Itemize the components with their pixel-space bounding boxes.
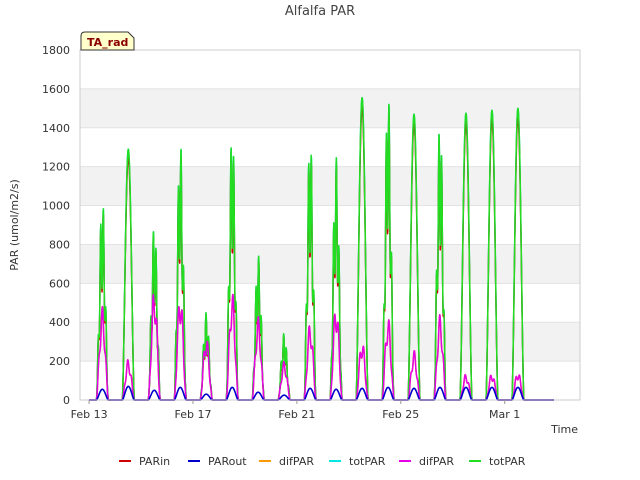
y-axis-label: PAR (umol/m2/s): [8, 179, 21, 271]
y-tick-label: 200: [49, 355, 70, 368]
x-axis-ticks: Feb 13 Feb 17 Feb 21 Feb 25 Mar 1: [71, 400, 520, 421]
plot-band: [80, 88, 580, 128]
chart-title: Alfalfa PAR: [285, 4, 355, 19]
legend-label: PARout: [208, 455, 247, 468]
y-tick-label: 0: [63, 394, 70, 407]
legend-label: PARin: [139, 455, 170, 468]
y-tick-label: 1400: [42, 122, 70, 135]
chart: Alfalfa PAR 0 200 400 600 800 1000 1200 1400 160…: [8, 4, 581, 468]
legend: PARin PARout difPAR totPAR difPAR totPAR: [119, 455, 526, 468]
legend-label: totPAR: [489, 455, 526, 468]
plot-band: [80, 166, 580, 206]
y-tick-label: 400: [49, 316, 70, 329]
y-tick-label: 1200: [42, 161, 70, 174]
y-tick-label: 800: [49, 238, 70, 251]
ta-rad-badge: TA_rad: [80, 31, 135, 51]
y-tick-label: 600: [49, 277, 70, 290]
x-tick-label: Feb 25: [382, 408, 419, 421]
legend-label: difPAR: [279, 455, 314, 468]
x-tick-label: Feb 17: [174, 408, 211, 421]
x-tick-label: Mar 1: [489, 408, 520, 421]
x-tick-label: Feb 13: [71, 408, 108, 421]
y-tick-label: 1600: [42, 83, 70, 96]
legend-label: totPAR: [349, 455, 386, 468]
legend-label: difPAR: [419, 455, 454, 468]
y-tick-label: 1000: [42, 200, 70, 213]
x-axis-label: Time: [550, 423, 578, 436]
y-tick-label: 1800: [42, 44, 70, 57]
y-axis-ticks: 0 200 400 600 800 1000 1200 1400 1600 1800: [42, 44, 70, 407]
plot-band: [80, 322, 580, 362]
badge-label: TA_rad: [87, 36, 128, 49]
x-tick-label: Feb 21: [278, 408, 315, 421]
